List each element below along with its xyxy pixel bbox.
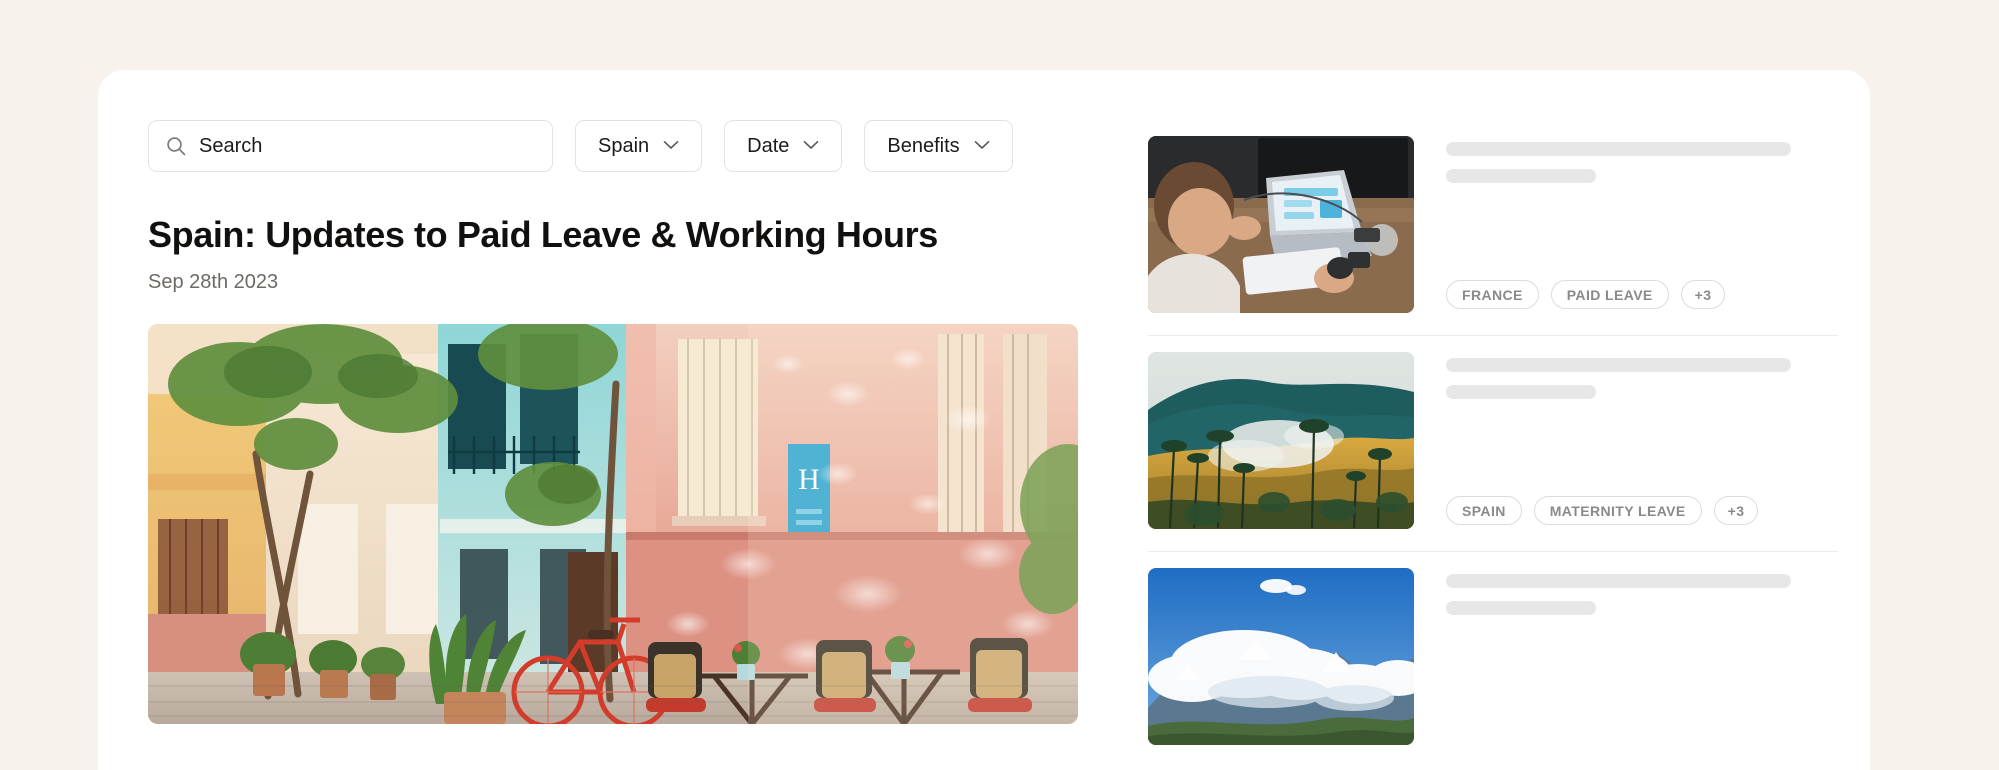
article-column: Spain Date Benefits — [148, 120, 1078, 725]
related-body: FRANCE PAID LEAVE +3 — [1446, 136, 1838, 313]
skeleton-line — [1446, 574, 1791, 588]
filter-dropdown-date-label: Date — [747, 135, 790, 157]
tag-row: SPAIN MATERNITY LEAVE +3 — [1446, 496, 1838, 529]
article-title: Spain: Updates to Paid Leave & Working H… — [148, 214, 938, 255]
status-badge[interactable]: MATERNITY LEAVE — [1533, 496, 1702, 525]
chevron-down-icon — [803, 137, 819, 155]
search-input[interactable] — [199, 121, 536, 171]
extra-tag-count[interactable]: +3 — [1713, 496, 1759, 525]
filter-dropdown-country-label: Spain — [598, 135, 650, 157]
tag-row: FRANCE PAID LEAVE +3 — [1446, 280, 1838, 313]
chevron-down-icon — [663, 137, 679, 155]
status-badge[interactable]: PAID LEAVE — [1550, 280, 1669, 309]
filter-dropdown-country[interactable]: Spain — [575, 120, 703, 172]
search-field[interactable] — [148, 120, 553, 172]
skeleton-line — [1446, 601, 1596, 615]
status-badge[interactable]: FRANCE — [1446, 280, 1539, 309]
related-body: SPAIN MATERNITY LEAVE +3 — [1446, 352, 1838, 529]
skeleton-line — [1446, 169, 1596, 183]
search-icon — [165, 135, 187, 157]
related-thumbnail — [1148, 352, 1414, 529]
filter-dropdown-date[interactable]: Date — [724, 120, 843, 172]
extra-tag-count[interactable]: +3 — [1680, 280, 1726, 309]
related-thumbnail — [1148, 136, 1414, 313]
article-date: Sep 28th 2023 — [148, 271, 279, 294]
filter-bar: Spain Date Benefits — [148, 120, 1078, 172]
list-item[interactable] — [1148, 552, 1838, 767]
related-thumbnail — [1148, 568, 1414, 745]
skeleton-line — [1446, 358, 1791, 372]
filter-dropdown-benefits[interactable]: Benefits — [864, 120, 1013, 172]
chevron-down-icon — [974, 137, 990, 155]
skeleton-line — [1446, 142, 1791, 156]
list-item[interactable]: FRANCE PAID LEAVE +3 — [1148, 120, 1838, 335]
related-body — [1446, 568, 1838, 745]
content-card: Spain Date Benefits — [98, 70, 1870, 770]
list-item[interactable]: SPAIN MATERNITY LEAVE +3 — [1148, 336, 1838, 551]
filter-dropdown-benefits-label: Benefits — [887, 135, 960, 157]
status-badge[interactable]: SPAIN — [1446, 496, 1522, 525]
related-articles-column: FRANCE PAID LEAVE +3 SPAIN MATERNITY LEA… — [1148, 120, 1838, 767]
article-hero-image: H — [148, 324, 1078, 725]
skeleton-line — [1446, 385, 1596, 399]
